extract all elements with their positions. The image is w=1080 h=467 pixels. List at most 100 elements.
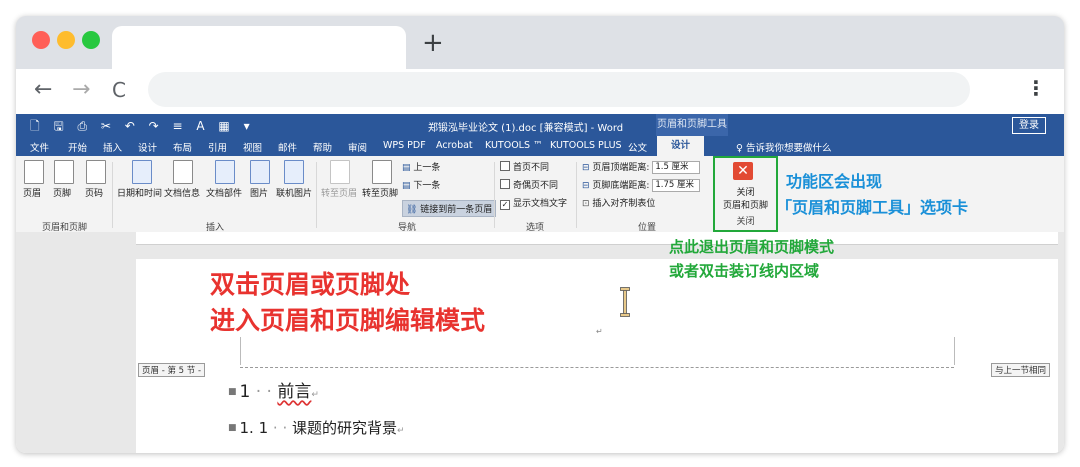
heading-1-text: 前言 bbox=[277, 382, 312, 402]
close-icon: ✕ bbox=[733, 162, 753, 180]
page-number-button[interactable]: 页码 bbox=[85, 186, 103, 199]
online-picture-button[interactable]: 联机图片 bbox=[276, 186, 312, 199]
margin-marker-right bbox=[954, 337, 955, 365]
tab-insert[interactable]: 插入 bbox=[103, 140, 122, 154]
ribbon-tab-bar: 文件 开始 插入 设计 布局 引用 视图 邮件 帮助 审阅 WPS PDF Ac… bbox=[16, 136, 1064, 156]
heading-1[interactable]: ■ 1 · · 前言↵ bbox=[228, 377, 319, 402]
tab-design[interactable]: 设计 bbox=[138, 140, 157, 154]
date-time-icon bbox=[132, 160, 152, 184]
checkbox-icon bbox=[500, 161, 510, 171]
doc-info-button[interactable]: 文档信息 bbox=[164, 186, 200, 199]
browser-tab[interactable] bbox=[112, 26, 406, 69]
header-distance-input[interactable]: 1.5 厘米 bbox=[652, 161, 701, 174]
previous-icon: ▤ bbox=[402, 163, 414, 173]
online-picture-icon bbox=[284, 160, 304, 184]
reload-icon[interactable]: C bbox=[112, 77, 126, 103]
insert-align-tab-button[interactable]: ⊡ 插入对齐制表位 bbox=[582, 196, 655, 209]
back-icon[interactable]: ← bbox=[34, 77, 52, 103]
margin-marker-left bbox=[240, 337, 241, 365]
annotation-blue-line1: 功能区会出现 bbox=[786, 172, 883, 191]
tab-file[interactable]: 文件 bbox=[30, 140, 49, 154]
heading-2-text: 课题的研究背景 bbox=[291, 419, 397, 437]
group-divider bbox=[494, 162, 495, 228]
tab-layout[interactable]: 布局 bbox=[173, 140, 192, 154]
link-to-previous-button[interactable]: ⛓ 链接到前一条页眉 bbox=[402, 200, 497, 217]
different-odd-even-checkbox[interactable]: 奇偶页不同 bbox=[500, 178, 558, 191]
goto-footer-button[interactable]: 转至页脚 bbox=[362, 186, 398, 199]
header-button[interactable]: 页眉 bbox=[23, 186, 41, 199]
tab-kutools-plus[interactable]: KUTOOLS PLUS bbox=[550, 140, 622, 151]
tab-kutools[interactable]: KUTOOLS ™ bbox=[485, 140, 543, 151]
annotation-blue-line2: 「页眉和页脚工具」选项卡 bbox=[776, 198, 969, 217]
header-icon bbox=[24, 160, 44, 184]
picture-button[interactable]: 图片 bbox=[250, 186, 268, 199]
group-divider bbox=[316, 162, 317, 228]
tab-acrobat[interactable]: Acrobat bbox=[436, 140, 473, 151]
quick-access-toolbar[interactable]: 🗋 🖫 ⎙ ✂ ↶ ↷ ≡ A ▦ ▾ bbox=[30, 117, 255, 138]
text-cursor-icon bbox=[620, 287, 630, 317]
link-icon: ⛓ bbox=[406, 205, 421, 215]
tab-references[interactable]: 引用 bbox=[208, 140, 227, 154]
tell-me-text: 告诉我你想要做什么 bbox=[745, 143, 832, 154]
tab-official-doc[interactable]: 公文 bbox=[628, 140, 647, 154]
header-distance-row: ⊟ 页眉顶端距离: 1.5 厘米 bbox=[582, 160, 701, 174]
annotation-green-line1: 点此退出页眉和页脚模式 bbox=[669, 238, 835, 256]
group-divider bbox=[576, 162, 577, 228]
header-section-tag: 页眉 - 第 5 节 - bbox=[138, 363, 206, 377]
paragraph-mark: ↵ bbox=[596, 327, 603, 336]
tab-view[interactable]: 视图 bbox=[243, 140, 262, 154]
tab-wps-pdf[interactable]: WPS PDF bbox=[383, 140, 426, 151]
browser-menu-icon[interactable]: ⋮ bbox=[1026, 76, 1046, 100]
footer-distance-input[interactable]: 1.75 厘米 bbox=[652, 179, 701, 192]
forward-icon[interactable]: → bbox=[72, 77, 90, 103]
annotation-red-line2: 进入页眉和页脚编辑模式 bbox=[210, 306, 486, 335]
doc-parts-icon bbox=[215, 160, 235, 184]
document-page[interactable]: 双击页眉或页脚处 进入页眉和页脚编辑模式 ↵ 页眉 - 第 5 节 - 与上一节… bbox=[136, 259, 1058, 453]
new-tab-button[interactable]: + bbox=[422, 28, 444, 58]
checkbox-icon bbox=[500, 179, 510, 189]
lightbulb-icon: ♀ bbox=[736, 143, 746, 154]
word-app: 🗋 🖫 ⎙ ✂ ↶ ↷ ≡ A ▦ ▾ 郑锻泓毕业论文 (1).doc [兼容模… bbox=[16, 114, 1064, 453]
previous-button[interactable]: ▤ 上一条 bbox=[402, 160, 440, 173]
footer-button[interactable]: 页脚 bbox=[53, 186, 71, 199]
tab-mailings[interactable]: 邮件 bbox=[278, 140, 297, 154]
heading-1-number: 1 bbox=[239, 382, 251, 402]
footer-distance-row: ⊟ 页脚底端距离: 1.75 厘米 bbox=[582, 178, 701, 192]
different-first-page-checkbox[interactable]: 首页不同 bbox=[500, 160, 549, 173]
maximize-window-button[interactable] bbox=[82, 31, 100, 49]
date-time-button[interactable]: 日期和时间 bbox=[117, 186, 162, 199]
page-number-icon bbox=[86, 160, 106, 184]
close-header-footer-button[interactable]: ✕ 关闭 页眉和页脚 关闭 bbox=[713, 156, 778, 232]
minimize-window-button[interactable] bbox=[57, 31, 75, 49]
word-titlebar: 🗋 🖫 ⎙ ✂ ↶ ↷ ≡ A ▦ ▾ 郑锻泓毕业论文 (1).doc [兼容模… bbox=[16, 114, 1064, 136]
checkbox-checked-icon: ✓ bbox=[500, 200, 510, 210]
tell-me-search[interactable]: ♀ 告诉我你想要做什么 bbox=[736, 140, 832, 154]
previous-page-bottom bbox=[136, 232, 1058, 245]
align-tab-icon: ⊡ bbox=[582, 199, 593, 209]
header-distance-label: 页眉顶端距离: bbox=[592, 163, 650, 173]
picture-icon bbox=[250, 160, 270, 184]
login-button[interactable]: 登录 bbox=[1012, 117, 1046, 134]
browser-toolbar: ← → C ⋮ bbox=[16, 69, 1064, 114]
footer-icon bbox=[54, 160, 74, 184]
goto-header-button[interactable]: 转至页眉 bbox=[321, 186, 357, 199]
browser-window: + ← → C ⋮ 🗋 🖫 ⎙ ✂ ↶ ↷ ≡ A ▦ ▾ 郑锻泓毕业论文 (1… bbox=[16, 16, 1064, 453]
heading-2[interactable]: ■ 1. 1 · · 课题的研究背景↵ bbox=[228, 417, 405, 438]
tab-header-footer-design[interactable]: 设计 bbox=[657, 136, 705, 156]
tab-review[interactable]: 审阅 bbox=[348, 140, 367, 154]
tab-help[interactable]: 帮助 bbox=[313, 140, 332, 154]
close-label-line1: 关闭 bbox=[736, 188, 755, 198]
doc-parts-button[interactable]: 文档部件 bbox=[206, 186, 242, 199]
goto-footer-icon bbox=[372, 160, 392, 184]
show-document-text-checkbox[interactable]: ✓ 显示文档文字 bbox=[500, 196, 567, 210]
group-label-close: 关闭 bbox=[736, 217, 755, 227]
footer-distance-label: 页脚底端距离: bbox=[592, 181, 650, 191]
footer-distance-icon: ⊟ bbox=[582, 181, 593, 191]
tab-home[interactable]: 开始 bbox=[68, 140, 87, 154]
context-tab-group: 页眉和页脚工具 bbox=[656, 114, 728, 136]
close-window-button[interactable] bbox=[32, 31, 50, 49]
next-button[interactable]: ▤ 下一条 bbox=[402, 178, 440, 191]
address-bar[interactable] bbox=[148, 72, 970, 107]
doc-info-icon bbox=[173, 160, 193, 184]
heading-2-number: 1. 1 bbox=[239, 419, 269, 437]
